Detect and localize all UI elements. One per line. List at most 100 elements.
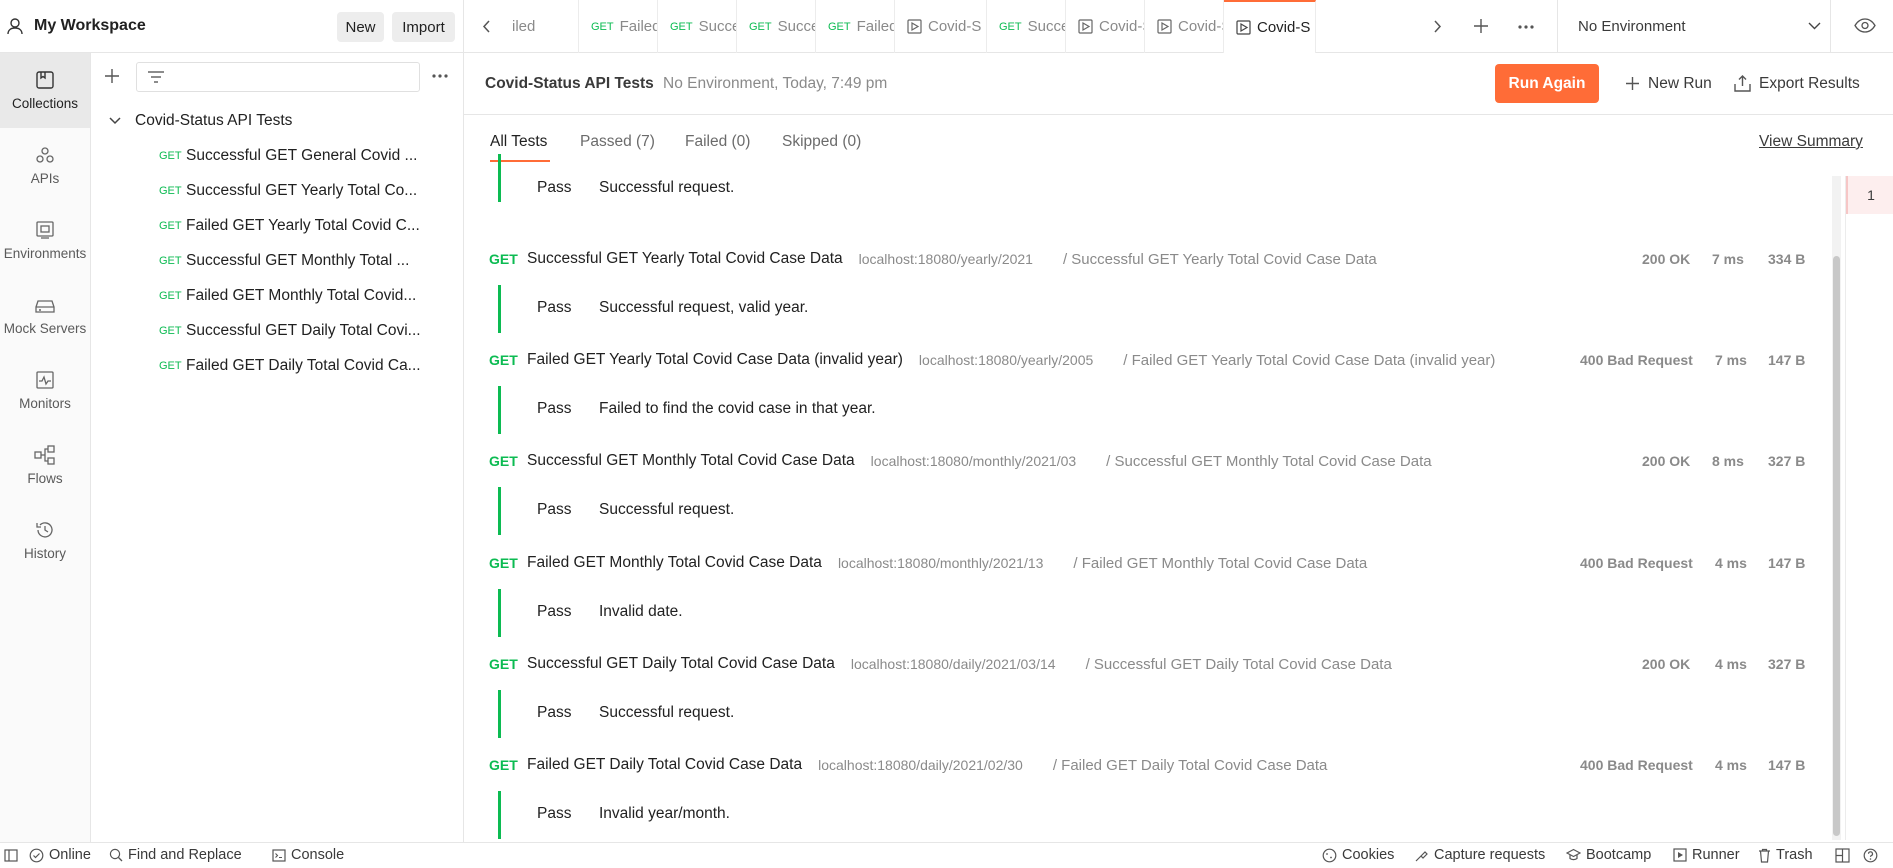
import-button[interactable]: Import [392,12,455,42]
workspace-title[interactable]: My Workspace [34,17,146,35]
test-status: Pass [537,179,572,196]
rail-label: History [23,546,66,561]
filter-input[interactable] [136,62,420,92]
runner-tab[interactable]: Covid-S [1145,0,1224,53]
test-message: Successful request. [599,179,735,196]
find-replace-button[interactable]: Find and Replace [109,847,242,863]
bootcamp-button[interactable]: Bootcamp [1566,847,1651,863]
runner-tab-icon [907,19,922,34]
view-summary-link[interactable]: View Summary [1759,133,1863,151]
check-circle-icon [29,848,44,863]
results-scrollbar-track[interactable] [1832,176,1841,840]
request-result-row[interactable]: GET Failed GET Monthly Total Covid Case … [489,548,1367,578]
request-result-row[interactable]: GET Successful GET Yearly Total Covid Ca… [489,244,1377,274]
collections-sidebar: Covid-Status API Tests GET Successful GE… [91,53,464,842]
new-button[interactable]: New [337,12,384,42]
rail-environments[interactable]: Environments [0,203,90,278]
status-bar: Online Find and Replace Console Cookies … [0,842,1893,868]
request-tab[interactable]: iled [512,0,579,53]
new-run-label: New Run [1648,74,1712,92]
rail-label: Flows [27,471,63,486]
sidebar-request[interactable]: GET Successful GET General Covid ... [91,138,463,173]
export-label: Export Results [1759,74,1860,92]
iteration-item[interactable]: 1 [1846,176,1893,214]
rail-history[interactable]: History [0,503,90,578]
tab-options-icon[interactable] [1517,24,1535,30]
chevron-right-icon[interactable] [1434,20,1442,33]
results-scrollbar-thumb[interactable] [1833,256,1840,836]
online-label: Online [49,847,91,863]
runner-button[interactable]: Runner [1673,847,1740,863]
iterations-column: 1 [1845,176,1893,840]
search-icon [109,848,123,862]
new-tab-icon[interactable] [1473,18,1489,34]
sidebar-request[interactable]: GET Failed GET Daily Total Covid Ca... [91,348,463,383]
sidebar-request[interactable]: GET Successful GET Daily Total Covi... [91,313,463,348]
request-tab[interactable]: GET Succes [987,0,1066,53]
rail-flows[interactable]: Flows [0,428,90,503]
request-result-row[interactable]: GET Successful GET Daily Total Covid Cas… [489,649,1392,679]
sidebar-request[interactable]: GET Failed GET Monthly Total Covid... [91,278,463,313]
method-badge: GET [489,656,518,672]
run-header: Covid-Status API Tests No Environment, T… [464,53,1893,115]
eye-icon[interactable] [1854,18,1876,33]
tab-label: Covid-S [1099,18,1144,35]
request-result-row[interactable]: GET Failed GET Yearly Total Covid Case D… [489,345,1495,375]
tab-all-tests[interactable]: All Tests [490,133,547,151]
environment-select[interactable]: No Environment [1558,0,1830,52]
capture-requests-button[interactable]: Capture requests [1414,847,1545,863]
more-options-icon[interactable] [431,73,449,79]
rail-monitors[interactable]: Monitors [0,353,90,428]
tab-label: Failed [619,18,658,35]
new-run-button[interactable]: New Run [1625,64,1712,103]
runner-tab[interactable]: Covid-S [895,0,987,53]
console-label: Console [291,847,345,863]
online-status[interactable]: Online [29,847,91,863]
runner-tab[interactable]: Covid-S [1066,0,1145,53]
response-size: 147 B [1768,757,1806,773]
chevron-down-icon [1808,22,1821,30]
test-status: Pass [537,299,572,316]
tab-skipped[interactable]: Skipped (0) [782,133,861,151]
runner-tab-active[interactable]: Covid-S [1224,0,1316,53]
layout-toggle-icon[interactable] [1835,848,1850,863]
rail-apis[interactable]: APIs [0,128,90,203]
test-result: Pass Successful request. [498,690,1828,738]
user-icon [6,17,24,35]
method-badge: GET [159,359,182,372]
test-result: Pass Invalid year/month. [498,791,1828,839]
collection-node[interactable]: Covid-Status API Tests [91,103,463,138]
request-url: localhost:18080/daily/2021/02/30 [818,757,1023,773]
rail-collections[interactable]: Collections [0,53,90,128]
status-code: 200 OK [1642,656,1691,672]
status-code: 400 Bad Request [1580,757,1693,773]
help-icon[interactable] [1863,848,1878,863]
test-status: Pass [537,501,572,518]
cookies-button[interactable]: Cookies [1322,847,1394,863]
tab-passed[interactable]: Passed (7) [580,133,655,151]
runner-icon [1673,848,1687,862]
trash-button[interactable]: Trash [1758,847,1813,863]
sidebar-request[interactable]: GET Successful GET Yearly Total Co... [91,173,463,208]
request-tab[interactable]: GET Succes [737,0,816,53]
add-icon[interactable] [104,68,120,84]
capture-label: Capture requests [1434,847,1546,863]
response-time: 4 ms [1715,555,1747,571]
tab-label: Failed [856,18,895,35]
console-button[interactable]: Console [272,847,344,863]
rail-mock-servers[interactable]: Mock Servers [0,278,90,353]
export-results-button[interactable]: Export Results [1734,64,1860,103]
request-result-row[interactable]: GET Successful GET Monthly Total Covid C… [489,446,1432,476]
tab-failed[interactable]: Failed (0) [685,133,750,151]
request-tab[interactable]: GET Succes [658,0,737,53]
run-again-button[interactable]: Run Again [1495,64,1599,103]
sidebar-request[interactable]: GET Successful GET Monthly Total ... [91,243,463,278]
sidebar-request[interactable]: GET Failed GET Yearly Total Covid C... [91,208,463,243]
chevron-left-icon[interactable] [482,20,490,33]
response-time: 4 ms [1715,757,1747,773]
request-tab[interactable]: GET Failed [579,0,658,53]
request-result-row[interactable]: GET Failed GET Daily Total Covid Case Da… [489,750,1327,780]
cookie-icon [1322,848,1337,863]
request-tab[interactable]: GET Failed [816,0,895,53]
sidebar-toggle-icon[interactable] [4,849,18,862]
